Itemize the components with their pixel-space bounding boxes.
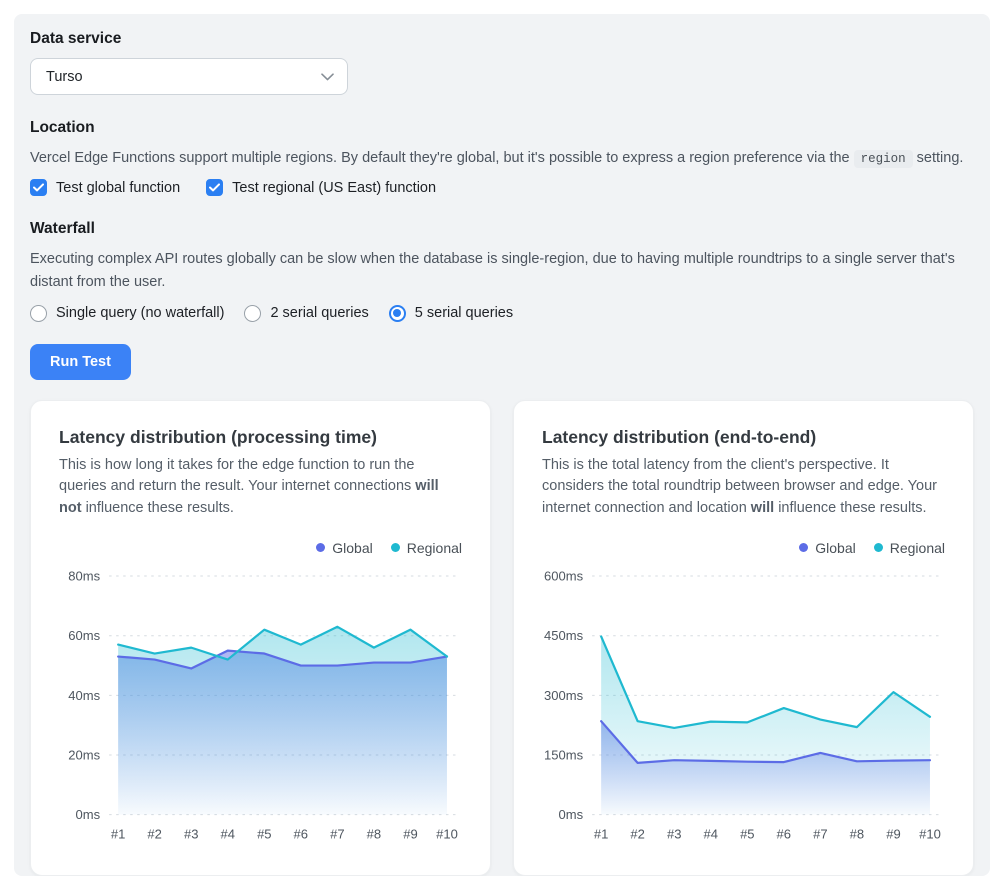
radio-icon[interactable] bbox=[30, 305, 47, 322]
svg-text:300ms: 300ms bbox=[544, 688, 584, 703]
chart-legend: Global Regional bbox=[59, 540, 462, 556]
legend-label: Regional bbox=[890, 540, 945, 556]
waterfall-description: Executing complex API routes globally ca… bbox=[30, 248, 974, 294]
svg-text:20ms: 20ms bbox=[68, 747, 100, 762]
checkbox-test-regional-function[interactable]: Test regional (US East) function bbox=[206, 179, 436, 196]
radio-label: Single query (no waterfall) bbox=[56, 305, 224, 321]
data-service-heading: Data service bbox=[30, 30, 974, 48]
svg-text:0ms: 0ms bbox=[559, 807, 584, 822]
location-heading: Location bbox=[30, 119, 974, 137]
region-code-tag: region bbox=[854, 150, 913, 168]
svg-text:#10: #10 bbox=[436, 827, 458, 842]
location-description: Vercel Edge Functions support multiple r… bbox=[30, 147, 974, 170]
svg-text:#4: #4 bbox=[703, 827, 717, 842]
checkbox-icon[interactable] bbox=[30, 179, 47, 196]
svg-text:#3: #3 bbox=[667, 827, 681, 842]
radio-icon[interactable] bbox=[389, 305, 406, 322]
card-description: This is how long it takes for the edge f… bbox=[59, 455, 462, 520]
global-series-dot-icon bbox=[799, 543, 808, 552]
waterfall-radio-group: Single query (no waterfall) 2 serial que… bbox=[30, 305, 974, 322]
charts-row: Latency distribution (processing time) T… bbox=[30, 400, 974, 876]
svg-text:#5: #5 bbox=[740, 827, 754, 842]
legend-label: Regional bbox=[407, 540, 462, 556]
svg-text:40ms: 40ms bbox=[68, 688, 100, 703]
latency-chart-svg: 0ms 20ms 40ms 60ms 80ms #1 #2 #3 #4 #5 #6 #7 #8 #9 #10 bbox=[59, 558, 462, 855]
chevron-down-icon bbox=[321, 73, 334, 81]
svg-text:#7: #7 bbox=[330, 827, 344, 842]
svg-text:150ms: 150ms bbox=[544, 747, 584, 762]
global-series-dot-icon bbox=[316, 543, 325, 552]
svg-text:#8: #8 bbox=[367, 827, 381, 842]
radio-icon[interactable] bbox=[244, 305, 261, 322]
svg-text:60ms: 60ms bbox=[68, 628, 100, 643]
legend-label: Global bbox=[815, 540, 855, 556]
checkbox-label: Test regional (US East) function bbox=[232, 180, 436, 196]
svg-text:#4: #4 bbox=[220, 827, 234, 842]
svg-text:#1: #1 bbox=[111, 827, 125, 842]
legend-item-global: Global bbox=[799, 540, 855, 556]
chart-legend: Global Regional bbox=[542, 540, 945, 556]
location-checkbox-group: Test global function Test regional (US E… bbox=[30, 179, 974, 196]
svg-text:#8: #8 bbox=[850, 827, 864, 842]
main-panel: Data service Turso Location Vercel Edge … bbox=[14, 14, 990, 876]
legend-item-regional: Regional bbox=[874, 540, 945, 556]
legend-item-global: Global bbox=[316, 540, 372, 556]
svg-text:#3: #3 bbox=[184, 827, 198, 842]
end-to-end-chart: 0ms 150ms 300ms 450ms 600ms #1 #2 #3 #4 #5 #6 #7 #8 #… bbox=[542, 558, 945, 855]
radio-single-query[interactable]: Single query (no waterfall) bbox=[30, 305, 224, 322]
radio-5-serial-queries[interactable]: 5 serial queries bbox=[389, 305, 513, 322]
page-background: Data service Turso Location Vercel Edge … bbox=[0, 0, 1006, 889]
legend-label: Global bbox=[332, 540, 372, 556]
svg-text:#6: #6 bbox=[294, 827, 308, 842]
regional-series-dot-icon bbox=[874, 543, 883, 552]
svg-text:#5: #5 bbox=[257, 827, 271, 842]
svg-text:80ms: 80ms bbox=[68, 568, 100, 583]
checkbox-icon[interactable] bbox=[206, 179, 223, 196]
data-service-selected-value: Turso bbox=[46, 69, 83, 85]
svg-text:#9: #9 bbox=[403, 827, 417, 842]
svg-text:#1: #1 bbox=[594, 827, 608, 842]
svg-text:#2: #2 bbox=[147, 827, 161, 842]
svg-text:#6: #6 bbox=[777, 827, 791, 842]
checkbox-label: Test global function bbox=[56, 180, 180, 196]
radio-label: 5 serial queries bbox=[415, 305, 513, 321]
svg-text:450ms: 450ms bbox=[544, 628, 584, 643]
svg-text:600ms: 600ms bbox=[544, 568, 584, 583]
svg-text:#2: #2 bbox=[630, 827, 644, 842]
svg-text:#9: #9 bbox=[886, 827, 900, 842]
data-service-select[interactable]: Turso bbox=[30, 58, 348, 95]
card-description: This is the total latency from the clien… bbox=[542, 455, 945, 520]
checkbox-test-global-function[interactable]: Test global function bbox=[30, 179, 180, 196]
radio-label: 2 serial queries bbox=[270, 305, 368, 321]
legend-item-regional: Regional bbox=[391, 540, 462, 556]
latency-chart-svg: 0ms 150ms 300ms 450ms 600ms #1 #2 #3 #4 #5 #6 #7 #8 #… bbox=[542, 558, 945, 855]
card-title: Latency distribution (end-to-end) bbox=[542, 427, 945, 448]
end-to-end-card: Latency distribution (end-to-end) This i… bbox=[513, 400, 974, 876]
svg-text:#7: #7 bbox=[813, 827, 827, 842]
svg-text:#10: #10 bbox=[919, 827, 941, 842]
run-test-button[interactable]: Run Test bbox=[30, 344, 131, 380]
waterfall-heading: Waterfall bbox=[30, 220, 974, 238]
card-title: Latency distribution (processing time) bbox=[59, 427, 462, 448]
processing-time-card: Latency distribution (processing time) T… bbox=[30, 400, 491, 876]
processing-time-chart: 0ms 20ms 40ms 60ms 80ms #1 #2 #3 #4 #5 #6 #7 #8 #9 #10 bbox=[59, 558, 462, 855]
radio-2-serial-queries[interactable]: 2 serial queries bbox=[244, 305, 368, 322]
svg-text:0ms: 0ms bbox=[76, 807, 101, 822]
regional-series-dot-icon bbox=[391, 543, 400, 552]
